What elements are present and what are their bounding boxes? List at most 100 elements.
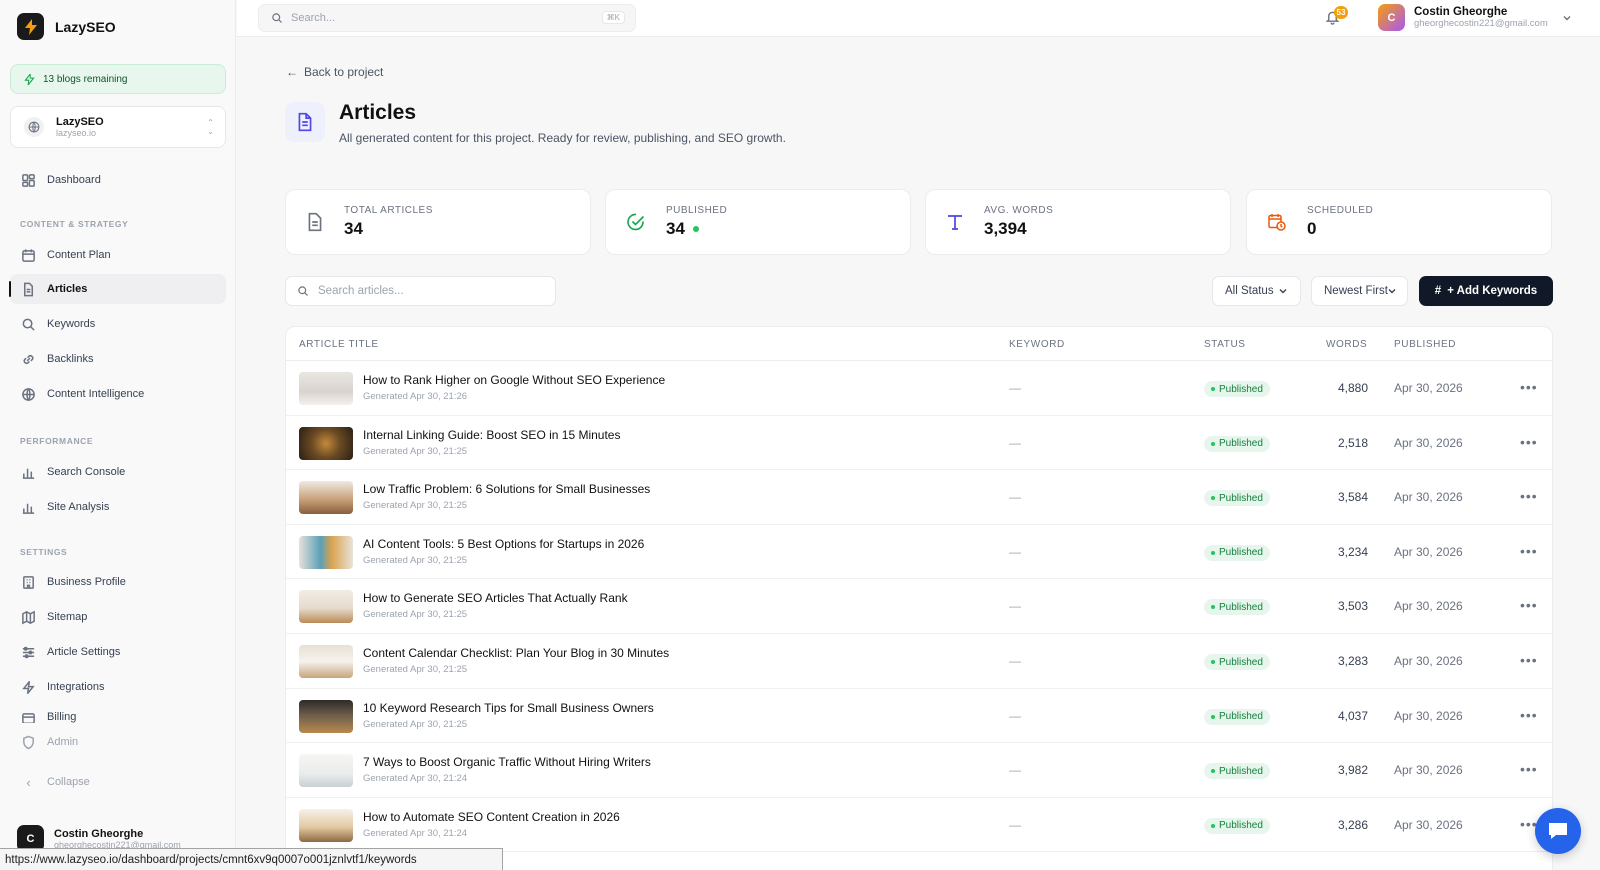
status-dot bbox=[1211, 441, 1215, 446]
article-title[interactable]: Internal Linking Guide: Boost SEO in 15 … bbox=[363, 428, 620, 442]
nav-admin[interactable]: Admin bbox=[10, 727, 226, 757]
more-options-icon[interactable]: ••• bbox=[1520, 379, 1538, 395]
nav-site-analysis[interactable]: Site Analysis bbox=[10, 492, 226, 522]
top-user-name: Costin Gheorghe bbox=[1414, 6, 1508, 18]
nav-search-console[interactable]: Search Console bbox=[10, 457, 226, 487]
article-word-count: 3,584 bbox=[1337, 490, 1368, 505]
article-title[interactable]: How to Automate SEO Content Creation in … bbox=[363, 810, 620, 824]
header-status[interactable]: STATUS bbox=[1204, 339, 1246, 350]
chat-button[interactable] bbox=[1535, 808, 1581, 854]
more-options-icon[interactable]: ••• bbox=[1520, 543, 1538, 559]
add-keywords-label: + Add Keywords bbox=[1447, 285, 1538, 297]
article-generated-date: Generated Apr 30, 21:24 bbox=[363, 773, 468, 785]
project-switcher[interactable]: LazySEO lazyseo.io ⌃ ⌄ bbox=[10, 106, 226, 148]
more-options-icon[interactable]: ••• bbox=[1520, 597, 1538, 613]
header-article-title[interactable]: ARTICLE TITLE bbox=[299, 339, 379, 350]
nav-dashboard-label: Dashboard bbox=[47, 174, 101, 186]
nav-integrations[interactable]: Integrations bbox=[10, 672, 226, 702]
header-words[interactable]: WORDS bbox=[1326, 339, 1367, 350]
nav-content-plan[interactable]: Content Plan bbox=[10, 240, 226, 270]
global-search-input[interactable]: Search... ⌘K bbox=[258, 4, 636, 32]
shield-icon bbox=[23, 735, 34, 749]
article-keyword: — bbox=[1009, 599, 1021, 614]
article-title[interactable]: AI Content Tools: 5 Best Options for Sta… bbox=[363, 537, 644, 551]
header-keyword[interactable]: KEYWORD bbox=[1009, 339, 1065, 350]
status-badge-label: Published bbox=[1219, 547, 1263, 559]
article-published-date: Apr 30, 2026 bbox=[1394, 381, 1463, 395]
stat-value: 0 bbox=[1307, 219, 1317, 238]
article-word-count: 3,283 bbox=[1337, 654, 1368, 668]
table-row[interactable]: 7 Ways to Boost Organic Traffic Without … bbox=[286, 743, 1552, 798]
more-options-icon[interactable]: ••• bbox=[1520, 707, 1538, 723]
article-published-date: Apr 30, 2026 bbox=[1394, 435, 1463, 450]
search-icon bbox=[272, 13, 282, 23]
article-title[interactable]: 10 Keyword Research Tips for Small Busin… bbox=[363, 701, 654, 715]
article-thumbnail bbox=[299, 372, 353, 405]
collapse-label: Collapse bbox=[47, 776, 90, 788]
project-name: LazySEO bbox=[56, 115, 104, 128]
nav-articles[interactable]: Articles bbox=[9, 274, 226, 304]
article-title[interactable]: How to Generate SEO Articles That Actual… bbox=[363, 591, 628, 605]
nav-dashboard[interactable]: Dashboard bbox=[10, 165, 226, 195]
article-title[interactable]: 7 Ways to Boost Organic Traffic Without … bbox=[363, 755, 651, 769]
article-keyword: — bbox=[1009, 763, 1021, 778]
article-search-input[interactable]: Search articles... bbox=[285, 276, 556, 306]
more-options-icon[interactable]: ••• bbox=[1520, 652, 1538, 668]
add-keywords-button[interactable]: # + Add Keywords bbox=[1419, 276, 1553, 306]
table-row[interactable]: Internal Linking Guide: Boost SEO in 15 … bbox=[286, 416, 1552, 471]
globe-icon bbox=[24, 117, 44, 137]
chevron-down-icon[interactable] bbox=[1562, 11, 1572, 26]
article-word-count: 2,518 bbox=[1337, 435, 1368, 450]
nav-content-intelligence-label: Content Intelligence bbox=[47, 388, 145, 400]
article-generated-date: Generated Apr 30, 21:25 bbox=[363, 445, 468, 457]
collapse-sidebar-button[interactable]: ‹ Collapse bbox=[10, 767, 226, 797]
nav-sitemap[interactable]: Sitemap bbox=[10, 602, 226, 632]
nav-article-settings[interactable]: Article Settings bbox=[10, 637, 226, 667]
document-icon bbox=[308, 212, 322, 232]
search-icon bbox=[22, 318, 35, 331]
user-menu[interactable]: C Costin Gheorghe gheorghecostin221@gmai… bbox=[1378, 4, 1548, 31]
sort-select[interactable]: Newest First bbox=[1311, 276, 1408, 306]
stat-scheduled: SCHEDULED 0 bbox=[1246, 189, 1552, 255]
article-keyword: — bbox=[1009, 544, 1021, 559]
more-options-icon[interactable]: ••• bbox=[1520, 488, 1538, 504]
article-thumbnail bbox=[299, 590, 353, 624]
article-title[interactable]: Content Calendar Checklist: Plan Your Bl… bbox=[363, 646, 669, 660]
nav-billing[interactable]: Billing bbox=[10, 707, 226, 723]
stat-label: TOTAL ARTICLES bbox=[344, 205, 433, 216]
brand[interactable]: LazySEO bbox=[17, 13, 116, 40]
sidebar: LazySEO 13 blogs remaining LazySEO lazys… bbox=[0, 0, 236, 870]
header-published[interactable]: PUBLISHED bbox=[1394, 339, 1456, 350]
back-to-project-link[interactable]: ← Back to project bbox=[286, 65, 383, 79]
more-options-icon[interactable]: ••• bbox=[1520, 761, 1538, 777]
table-row[interactable]: AI Content Tools: 5 Best Options for Sta… bbox=[286, 525, 1552, 580]
more-options-icon[interactable]: ••• bbox=[1520, 434, 1538, 450]
status-badge: Published bbox=[1204, 490, 1270, 507]
nav-sitemap-label: Sitemap bbox=[47, 611, 88, 623]
sidebar-user-name: Costin Gheorghe bbox=[54, 827, 144, 840]
nav-site-analysis-label: Site Analysis bbox=[47, 501, 110, 513]
table-row[interactable]: How to Automate SEO Content Creation in … bbox=[286, 798, 1552, 853]
status-filter-select[interactable]: All Status bbox=[1212, 276, 1301, 306]
nav-backlinks[interactable]: Backlinks bbox=[10, 344, 226, 374]
stat-value: 34 bbox=[666, 219, 685, 238]
article-thumbnail bbox=[299, 481, 353, 515]
table-row[interactable]: Low Traffic Problem: 6 Solutions for Sma… bbox=[286, 470, 1552, 525]
article-title[interactable]: Low Traffic Problem: 6 Solutions for Sma… bbox=[363, 482, 650, 496]
nav-business-profile[interactable]: Business Profile bbox=[10, 567, 226, 597]
article-title[interactable]: How to Rank Higher on Google Without SEO… bbox=[363, 373, 665, 387]
article-thumbnail bbox=[299, 699, 353, 733]
nav-content-intelligence[interactable]: Content Intelligence bbox=[10, 379, 226, 409]
status-badge: Published bbox=[1204, 708, 1270, 725]
stat-value: 34 bbox=[344, 219, 363, 238]
table-row[interactable]: Content Calendar Checklist: Plan Your Bl… bbox=[286, 634, 1552, 689]
status-dot bbox=[1211, 496, 1215, 501]
table-row[interactable]: How to Generate SEO Articles That Actual… bbox=[286, 579, 1552, 634]
stat-avg-words: AVG. WORDS 3,394 bbox=[925, 189, 1231, 255]
table-row[interactable]: 10 Keyword Research Tips for Small Busin… bbox=[286, 689, 1552, 744]
stat-label: PUBLISHED bbox=[666, 205, 728, 216]
lightning-icon bbox=[22, 680, 35, 694]
table-row[interactable]: How to Rank Higher on Google Without SEO… bbox=[286, 361, 1552, 416]
article-generated-date: Generated Apr 30, 21:25 bbox=[363, 554, 468, 566]
nav-keywords[interactable]: Keywords bbox=[10, 309, 226, 339]
